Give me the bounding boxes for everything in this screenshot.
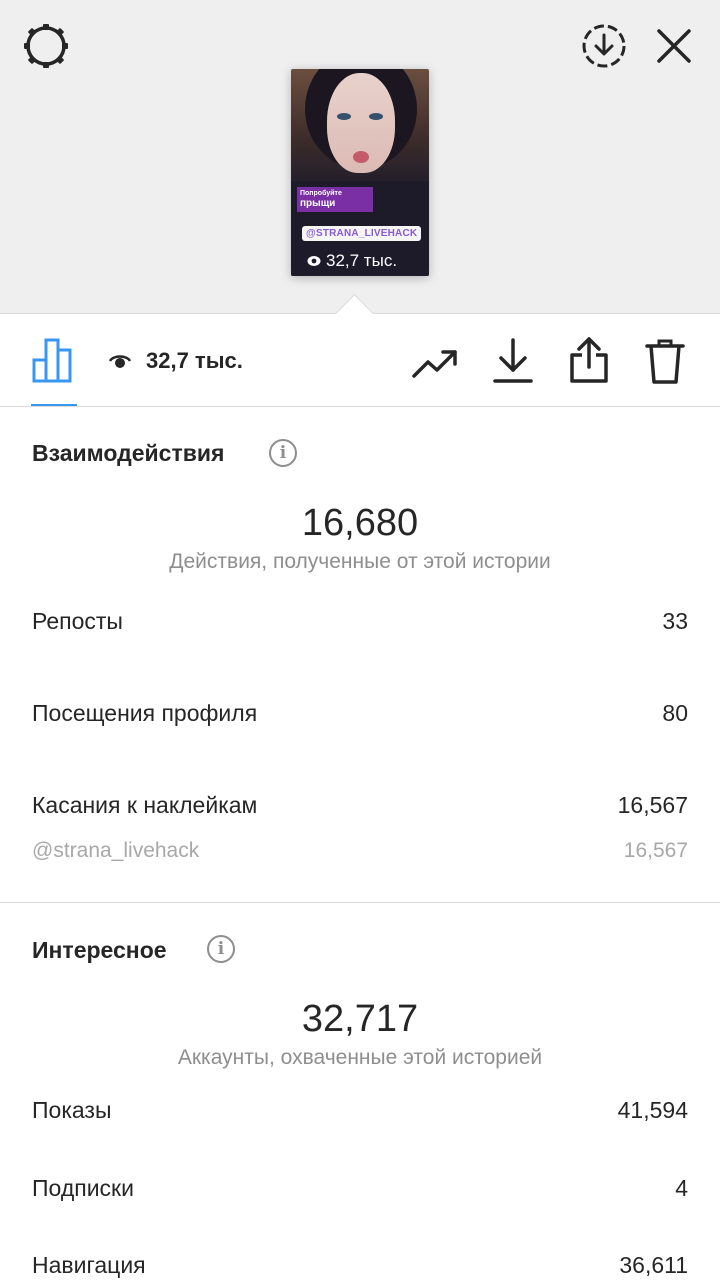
- metric-label: Касания к наклейкам: [32, 792, 258, 818]
- metric-value: 4: [675, 1175, 688, 1201]
- eye-icon: [109, 355, 131, 368]
- divider: [0, 902, 720, 903]
- divider: [0, 406, 720, 407]
- trending-icon: [412, 350, 457, 378]
- metric-sub-label: @strana_livehack: [32, 839, 200, 862]
- delete-button[interactable]: [642, 336, 688, 386]
- info-icon[interactable]: i: [207, 935, 235, 963]
- viewers-eye: [108, 350, 132, 372]
- close-button[interactable]: [652, 24, 696, 68]
- mention-sticker: @STRANA_LIVEHACK: [302, 226, 422, 241]
- metric-label: Подписки: [32, 1175, 134, 1201]
- views-count[interactable]: 32,7 тыс.: [146, 348, 243, 374]
- text-sticker: Попробуйте прыщи: [297, 187, 373, 212]
- metric-value: 36,611: [619, 1252, 688, 1278]
- metric-sub-row: @strana_livehack 16,567: [32, 839, 688, 863]
- section-title-discovery: Интересное: [32, 937, 167, 963]
- metric-row: Репосты 33: [32, 608, 688, 635]
- interactions-total: 16,680: [301, 502, 419, 544]
- eye-icon: [307, 256, 321, 266]
- discovery-caption: Аккаунты, охваченные этой историей: [177, 1046, 543, 1069]
- gear-icon: [24, 24, 68, 68]
- download-button[interactable]: [490, 336, 536, 386]
- promote-button[interactable]: [410, 340, 460, 384]
- metric-row: Подписки 4: [32, 1175, 688, 1202]
- metric-sub-value: 16,567: [623, 839, 688, 862]
- download-icon: [493, 338, 533, 383]
- metric-value: 41,594: [617, 1097, 688, 1123]
- section-title-interactions: Взаимодействия: [32, 440, 225, 466]
- trash-icon: [645, 339, 685, 384]
- metric-row: Посещения профиля 80: [32, 700, 688, 727]
- settings-button[interactable]: [20, 20, 72, 72]
- save-story-button[interactable]: [580, 22, 628, 70]
- interactions-caption: Действия, полученные от этой истории: [169, 550, 551, 573]
- thumbnail-views: 32,7 тыс.: [307, 251, 397, 271]
- metric-label: Посещения профиля: [32, 700, 258, 726]
- metric-label: Показы: [32, 1097, 112, 1123]
- share-button[interactable]: [566, 334, 612, 386]
- metric-value: 33: [662, 608, 688, 634]
- discovery-total: 32,717: [301, 998, 419, 1040]
- metric-row: Навигация 36,611: [32, 1252, 688, 1279]
- info-icon[interactable]: i: [269, 439, 297, 467]
- story-thumbnail[interactable]: Попробуйте прыщи @STRANA_LIVEHACK 32,7 т…: [291, 69, 429, 276]
- circle-download-icon: [582, 24, 626, 68]
- share-icon: [570, 337, 608, 383]
- bar-chart-icon: [32, 338, 72, 383]
- close-icon: [657, 29, 691, 63]
- metric-value: 16,567: [617, 792, 688, 818]
- metric-label: Репосты: [32, 608, 123, 634]
- metric-row: Показы 41,594: [32, 1097, 688, 1124]
- tab-insights[interactable]: [30, 336, 78, 384]
- metric-value: 80: [662, 700, 688, 726]
- metric-label: Навигация: [32, 1252, 146, 1278]
- metric-row: Касания к наклейкам 16,567: [32, 792, 688, 819]
